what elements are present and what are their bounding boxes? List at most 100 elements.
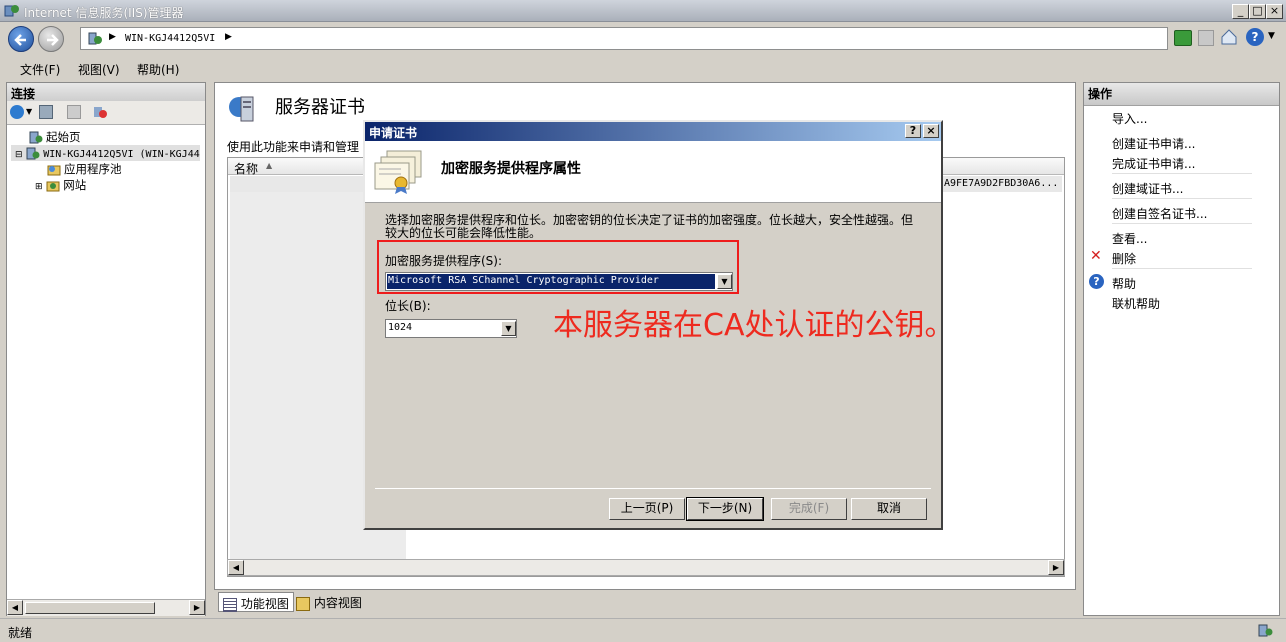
server-icon <box>87 31 103 46</box>
dialog-separator <box>375 488 931 489</box>
minimize-button[interactable]: _ <box>1232 4 1249 19</box>
back-button[interactable] <box>8 26 34 52</box>
bit-length-value: 1024 <box>388 322 413 333</box>
scroll-right-icon[interactable]: ▶ <box>189 600 205 615</box>
save-icon[interactable] <box>39 105 53 119</box>
address-text[interactable]: WIN-KGJ4412Q5VI <box>125 33 215 44</box>
sort-ascending-icon: ▲ <box>266 161 273 170</box>
chevron-down-icon[interactable]: ▼ <box>501 321 516 336</box>
dialog-help-button[interactable]: ? <box>905 124 921 138</box>
close-button[interactable]: × <box>1266 4 1283 19</box>
tree-label-server: WIN-KGJ4412Q5VI (WIN-KGJ44 <box>43 149 200 160</box>
left-hscrollbar[interactable]: ◀ ▶ <box>7 599 205 616</box>
connections-pane: 连接 ▼ 起始页 ⊟ WIN-KGJ4412Q5VI (WIN-KGJ44 应用… <box>6 82 206 616</box>
sites-folder-icon <box>46 179 60 192</box>
tab-features-view[interactable]: 功能视图 <box>218 592 294 612</box>
action-import[interactable]: 导入... <box>1112 110 1147 127</box>
breadcrumb-arrow-icon: ▶ <box>109 32 116 42</box>
bit-length-label: 位长(B): <box>385 299 431 313</box>
page-description: 使用此功能来申请和管理 <box>227 140 360 154</box>
home-icon[interactable] <box>1220 28 1238 46</box>
connections-tree: 起始页 ⊟ WIN-KGJ4412Q5VI (WIN-KGJ44 应用程序池 ⊞… <box>11 129 200 193</box>
separator <box>1112 268 1252 269</box>
tab-content-view[interactable]: 内容视图 <box>292 592 366 612</box>
dialog-close-button[interactable]: × <box>923 124 939 138</box>
window-title: Internet 信息服务(IIS)管理器 <box>24 6 184 20</box>
iis-app-icon <box>4 3 20 18</box>
highlight-box <box>377 240 739 294</box>
column-header-name[interactable]: 名称 <box>234 160 258 177</box>
bit-length-select[interactable]: 1024 ▼ <box>385 319 517 338</box>
action-online-help[interactable]: 联机帮助 <box>1112 295 1160 312</box>
help-dropdown-icon[interactable]: ▼ <box>1268 31 1275 41</box>
start-page-icon <box>29 131 43 144</box>
menu-view[interactable]: 视图(V) <box>78 61 120 78</box>
breadcrumb-arrow-icon[interactable]: ▶ <box>225 32 232 42</box>
disconnect-icon[interactable] <box>93 105 107 119</box>
network-icon <box>1258 623 1274 638</box>
scroll-left-icon[interactable]: ◀ <box>228 560 244 575</box>
separator <box>1112 173 1252 174</box>
action-create-domain-certificate[interactable]: 创建域证书... <box>1112 180 1183 197</box>
dialog-description: 选择加密服务提供程序和位长。加密密钥的位长决定了证书的加密强度。位长越大，安全性… <box>385 213 914 240</box>
connect-dropdown-icon[interactable]: ▼ <box>26 107 32 116</box>
menu-bar: 文件(F) 视图(V) 帮助(H) <box>0 56 1286 80</box>
content-view-icon <box>296 596 310 611</box>
tree-label-start: 起始页 <box>46 130 81 144</box>
tree-item-apppool[interactable]: 应用程序池 <box>11 161 200 177</box>
menu-file[interactable]: 文件(F) <box>20 61 60 78</box>
cancel-button[interactable]: 取消 <box>851 498 927 520</box>
forward-button[interactable] <box>38 26 64 52</box>
title-bar: Internet 信息服务(IIS)管理器 _ □ × <box>0 0 1286 22</box>
help-icon: ? <box>1089 274 1104 289</box>
dialog-title: 申请证书 <box>369 126 418 140</box>
forward-arrow-icon <box>47 34 59 46</box>
tree-label-sites: 网站 <box>63 178 87 192</box>
next-button[interactable]: 下一步(N) <box>686 497 764 521</box>
delete-icon: ✕ <box>1090 248 1102 264</box>
tab-label: 功能视图 <box>240 597 289 611</box>
previous-button[interactable]: 上一页(P) <box>609 498 685 520</box>
action-create-self-signed-certificate[interactable]: 创建自签名证书... <box>1112 205 1207 222</box>
features-view-icon <box>223 597 237 612</box>
action-complete-certificate-request[interactable]: 完成证书申请... <box>1112 155 1195 172</box>
status-bar: 就绪 <box>0 618 1286 642</box>
tree-item-server[interactable]: ⊟ WIN-KGJ4412Q5VI (WIN-KGJ44 <box>11 145 200 161</box>
dialog-header: 加密服务提供程序属性 <box>365 141 941 203</box>
dialog-title-bar: 申请证书 ? × <box>365 122 941 141</box>
address-bar[interactable]: ▶ WIN-KGJ4412Q5VI ▶ <box>80 27 1168 50</box>
server-certificates-icon <box>227 93 261 123</box>
tree-item-sites[interactable]: ⊞ 网站 <box>11 177 200 193</box>
app-pool-icon <box>47 163 61 176</box>
finish-button[interactable]: 完成(F) <box>771 498 847 520</box>
expand-icon[interactable]: ⊞ <box>35 182 43 192</box>
tree-label-apppool: 应用程序池 <box>64 162 122 176</box>
dialog-heading: 加密服务提供程序属性 <box>441 161 581 177</box>
separator <box>1112 198 1252 199</box>
scroll-left-icon[interactable]: ◀ <box>7 600 23 615</box>
status-text: 就绪 <box>8 626 33 640</box>
connect-icon[interactable] <box>10 105 24 119</box>
maximize-button[interactable]: □ <box>1249 4 1266 19</box>
action-help[interactable]: 帮助 <box>1112 275 1136 292</box>
action-create-certificate-request[interactable]: 创建证书申请... <box>1112 135 1195 152</box>
separator <box>1112 223 1252 224</box>
up-folder-icon[interactable] <box>67 105 81 119</box>
navigation-bar: ▶ WIN-KGJ4412Q5VI ▶ ? ▼ <box>0 22 1286 56</box>
annotation-text: 本服务器在CA处认证的公钥。 <box>553 308 955 343</box>
collapse-icon[interactable]: ⊟ <box>15 150 23 160</box>
refresh-icon[interactable] <box>1174 30 1192 46</box>
action-view[interactable]: 查看... <box>1112 230 1147 247</box>
server-icon <box>26 147 40 160</box>
scroll-right-icon[interactable]: ▶ <box>1048 560 1064 575</box>
menu-help[interactable]: 帮助(H) <box>137 61 179 78</box>
help-icon[interactable]: ? <box>1246 28 1264 46</box>
certificate-icon <box>373 149 425 195</box>
actions-pane: 操作 导入... 创建证书申请... 完成证书申请... 创建域证书... 创建… <box>1083 82 1280 616</box>
scroll-thumb[interactable] <box>25 602 155 614</box>
tree-item-start[interactable]: 起始页 <box>11 129 200 145</box>
stop-icon[interactable] <box>1198 30 1214 46</box>
action-delete[interactable]: 删除 <box>1112 250 1136 267</box>
content-hscrollbar[interactable]: ◀ ▶ <box>227 559 1065 576</box>
certificate-hash: A9FE7A9D2FBD30A6... <box>944 178 1059 189</box>
